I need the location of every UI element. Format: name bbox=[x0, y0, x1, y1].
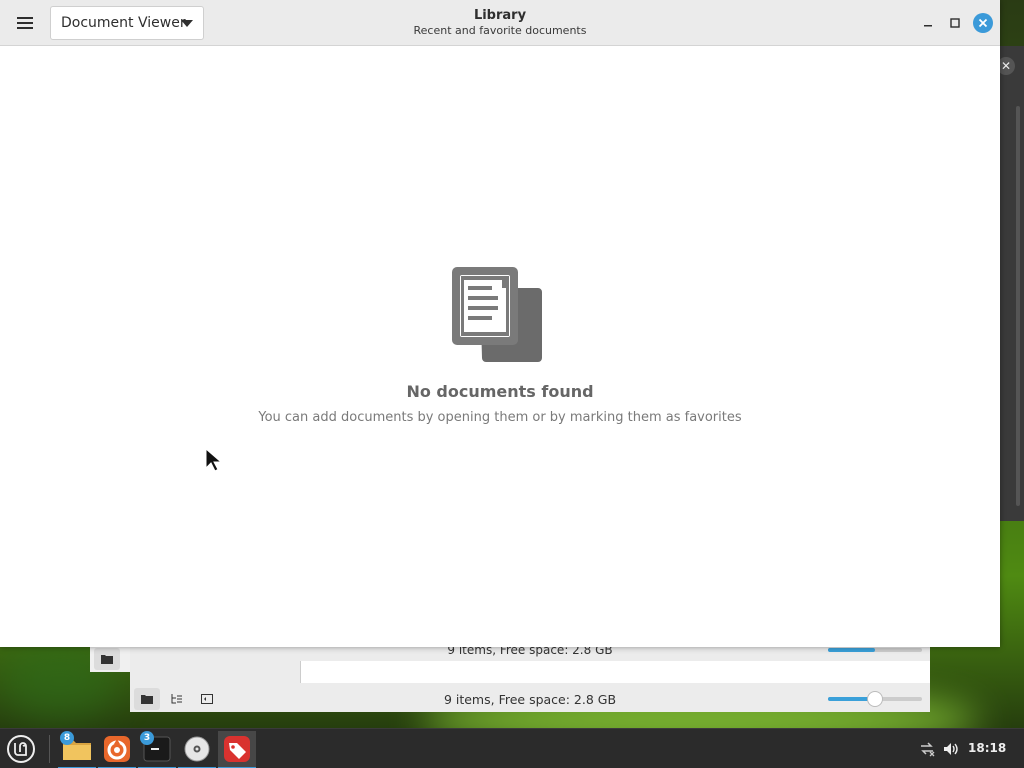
zoom-slider-back[interactable] bbox=[828, 648, 922, 652]
maximize-icon bbox=[950, 18, 960, 28]
taskbar-divider bbox=[49, 735, 50, 763]
file-manager-statusbar: 9 items, Free space: 2.8 GB bbox=[130, 685, 930, 713]
disc-icon bbox=[184, 736, 210, 762]
places-toggle-button[interactable] bbox=[94, 648, 120, 670]
maximize-button[interactable] bbox=[945, 13, 965, 33]
mouse-cursor-icon bbox=[205, 448, 222, 472]
tag-icon bbox=[224, 736, 250, 762]
mint-logo-icon bbox=[7, 735, 35, 763]
zoom-slider[interactable] bbox=[828, 691, 922, 707]
main-menu-button[interactable] bbox=[8, 8, 42, 38]
file-manager-window-front: 9 items, Free space: 2.8 GB 9 items, Fre… bbox=[130, 643, 930, 713]
minimize-icon bbox=[924, 25, 932, 27]
chevron-down-icon bbox=[181, 20, 193, 27]
taskbar: 8 3 18:18 bbox=[0, 728, 1024, 768]
close-icon bbox=[978, 18, 988, 28]
app-switcher-label: Document Viewer bbox=[61, 15, 186, 31]
files-badge: 8 bbox=[60, 731, 74, 745]
terminal-badge: 3 bbox=[140, 731, 154, 745]
clock[interactable]: 18:18 bbox=[968, 741, 1006, 755]
zoom-slider-fill bbox=[828, 648, 875, 652]
library-content: No documents found You can add documents… bbox=[0, 46, 1000, 647]
app-switcher-dropdown[interactable]: Document Viewer bbox=[50, 6, 204, 40]
document-viewer-window: Document Viewer Library Recent and favor… bbox=[0, 0, 1000, 647]
empty-state-description: You can add documents by opening them or… bbox=[258, 410, 742, 425]
documents-icon bbox=[452, 267, 542, 362]
taskbar-disc-button[interactable] bbox=[178, 731, 216, 768]
empty-state-title: No documents found bbox=[406, 382, 594, 401]
zoom-slider-handle[interactable] bbox=[867, 691, 883, 707]
header-bar: Document Viewer Library Recent and favor… bbox=[0, 0, 1000, 46]
status-text: 9 items, Free space: 2.8 GB bbox=[443, 691, 617, 707]
taskbar-terminal-button[interactable]: 3 bbox=[138, 731, 176, 768]
hamburger-icon bbox=[17, 17, 33, 29]
network-status-icon[interactable] bbox=[918, 740, 936, 762]
start-menu-button[interactable] bbox=[2, 731, 40, 767]
title-block: Library Recent and favorite documents bbox=[380, 8, 620, 38]
window-title: Library bbox=[473, 8, 527, 23]
taskbar-document-viewer-button[interactable] bbox=[218, 731, 256, 768]
volume-icon[interactable] bbox=[942, 740, 960, 762]
minimize-button[interactable] bbox=[918, 13, 938, 33]
taskbar-files-button[interactable]: 8 bbox=[58, 731, 96, 768]
file-pane bbox=[300, 661, 930, 683]
window-subtitle: Recent and favorite documents bbox=[413, 24, 587, 37]
taskbar-firefox-button[interactable] bbox=[98, 731, 136, 768]
close-button[interactable] bbox=[973, 13, 993, 33]
scrollbar[interactable] bbox=[1016, 106, 1020, 506]
firefox-icon bbox=[104, 736, 130, 762]
